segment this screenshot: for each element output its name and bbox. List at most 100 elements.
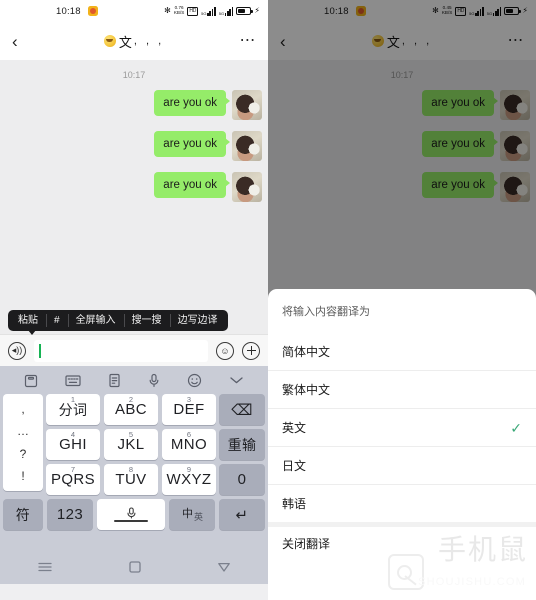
- sheet-option-close-translation[interactable]: 关闭翻译: [268, 522, 536, 560]
- key-digit: 4: [70, 430, 76, 439]
- right-panel-translate-menu-state: 10:18 ✻ 0.45 KB/S HD 5G 5G ⚡ ‹ 文 , , , ⋯…: [268, 0, 536, 600]
- lang-key-sub: 英: [193, 512, 203, 522]
- microphone-icon[interactable]: [148, 373, 160, 388]
- message-bubble[interactable]: are you ok: [154, 90, 230, 117]
- ime-suggestion-toolbar: 粘贴 # 全屏输入 搜一搜 边写边译: [0, 310, 268, 335]
- option-label: 英文: [282, 421, 307, 435]
- punctuation-key[interactable]: , … ? !: [3, 394, 43, 491]
- space-key[interactable]: [97, 499, 165, 530]
- more-options-icon[interactable]: ⋯: [240, 32, 257, 49]
- status-bar: 10:18 ✻ 0.76 KB/S HD 5G 5G ⚡: [0, 0, 268, 22]
- enter-key[interactable]: ↵: [219, 499, 265, 530]
- keyboard-layout-icon[interactable]: [65, 374, 81, 387]
- message-bubble[interactable]: are you ok: [154, 131, 230, 158]
- key-label: 123: [56, 506, 84, 523]
- sheet-option-korean[interactable]: 韩语: [268, 484, 536, 522]
- key-5-jkl[interactable]: 5 JKL: [104, 429, 158, 460]
- left-panel-keyboard-state: 10:18 ✻ 0.76 KB/S HD 5G 5G ⚡ ‹ 文 , , , ⋯…: [0, 0, 268, 600]
- signal-1-label: 5G: [201, 10, 207, 16]
- key-digit: 2: [128, 395, 134, 404]
- key-digit: 8: [128, 465, 134, 474]
- status-time: 10:18: [56, 5, 81, 17]
- plus-more-icon[interactable]: [242, 341, 260, 360]
- key-8-tuv[interactable]: 8 TUV: [104, 464, 158, 495]
- network-speed-unit: KB/S: [173, 10, 185, 15]
- status-icons-group: ✻ 0.76 KB/S HD 5G 5G ⚡: [164, 6, 260, 16]
- text-cursor: [39, 343, 41, 358]
- sheet-option-english[interactable]: 英文 ✓: [268, 408, 536, 446]
- dual-screenshot-container: 10:18 ✻ 0.76 KB/S HD 5G 5G ⚡ ‹ 文 , , , ⋯…: [0, 0, 536, 600]
- sheet-option-japanese[interactable]: 日文: [268, 446, 536, 484]
- charging-bolt-icon: ⚡: [254, 6, 260, 15]
- zero-key[interactable]: 0: [219, 464, 265, 495]
- microphone-space-icon: [114, 507, 148, 522]
- voice-input-icon[interactable]: ◂)): [8, 341, 26, 360]
- language-toggle-key[interactable]: 中英: [169, 499, 215, 530]
- avatar[interactable]: [232, 172, 262, 202]
- key-label: 符: [15, 506, 31, 523]
- back-chevron-icon[interactable]: ‹: [12, 33, 32, 50]
- battery-icon: [236, 7, 253, 15]
- signal-1-group: 5G: [201, 6, 216, 16]
- sheet-option-traditional-chinese[interactable]: 繁体中文: [268, 370, 536, 408]
- key-1-fenci[interactable]: 1 分词: [46, 394, 100, 425]
- ime-chip-hash[interactable]: #: [46, 310, 68, 331]
- symbol-key[interactable]: 符: [3, 499, 43, 530]
- key-digit: 7: [70, 465, 76, 474]
- notes-icon[interactable]: [108, 373, 121, 388]
- selected-check-icon: ✓: [510, 419, 522, 436]
- keyboard-punct-column: , … ? !: [3, 394, 43, 495]
- signal-2-label: 5G: [218, 10, 225, 16]
- key-2-abc[interactable]: 2 ABC: [104, 394, 158, 425]
- key-label: 中英: [182, 509, 203, 522]
- signal-bars-2-icon: [224, 6, 234, 16]
- key-digit: 6: [186, 430, 192, 439]
- avatar[interactable]: [232, 90, 262, 120]
- chevron-down-icon[interactable]: [229, 375, 244, 385]
- signal-2-group: 5G: [218, 6, 234, 16]
- signal-bars-1-icon: [207, 6, 216, 16]
- keyboard-bottom-row: 符 123 中英 ↵: [0, 495, 268, 530]
- back-triangle-icon[interactable]: [217, 560, 231, 578]
- key-digit: 1: [70, 395, 76, 404]
- emoji-icon[interactable]: [187, 373, 202, 388]
- home-square-icon[interactable]: [128, 560, 142, 579]
- message-row: are you ok: [0, 131, 268, 161]
- keyboard-toolbar: [0, 366, 268, 394]
- clipboard-icon[interactable]: [24, 373, 38, 388]
- numeric-key[interactable]: 123: [47, 499, 93, 530]
- key-6-mno[interactable]: 6 MNO: [162, 429, 216, 460]
- network-speed-indicator: 0.76 KB/S: [174, 6, 184, 15]
- keyboard-number-keys: 1 分词 2 ABC 3 DEF 4 GHI 5 JKL 6 MNO 7 PQR…: [46, 394, 216, 495]
- hd-icon: HD: [187, 6, 199, 16]
- keyboard: , … ? ! 1 分词 2 ABC 3 DEF 4 GHI 5 JKL 6 M…: [0, 366, 268, 554]
- key-9-wxyz[interactable]: 9 WXYZ: [162, 464, 216, 495]
- chat-title: 文 , , ,: [0, 32, 268, 51]
- recents-menu-icon[interactable]: [37, 560, 53, 578]
- message-bubble[interactable]: are you ok: [154, 172, 230, 199]
- ime-chip-fullscreen-input[interactable]: 全屏输入: [67, 310, 124, 331]
- contact-name: 文: [118, 34, 132, 50]
- avatar[interactable]: [232, 131, 262, 161]
- backspace-key[interactable]: ⌫: [219, 394, 265, 425]
- ime-chip-search[interactable]: 搜一搜: [123, 310, 170, 331]
- key-digit: 3: [186, 395, 192, 404]
- option-label: 韩语: [282, 497, 307, 511]
- message-row: are you ok: [0, 172, 268, 202]
- ime-chip-paste[interactable]: 粘贴: [10, 310, 46, 331]
- bluetooth-icon: ✻: [164, 6, 171, 15]
- emoji-smile-icon[interactable]: ☺: [216, 341, 234, 360]
- punct-comma: ,: [21, 402, 25, 417]
- message-input-bar: ◂)) ☺: [0, 334, 268, 366]
- sheet-option-simplified-chinese[interactable]: 简体中文: [268, 332, 536, 370]
- redo-key[interactable]: 重输: [219, 429, 265, 460]
- key-3-def[interactable]: 3 DEF: [162, 394, 216, 425]
- grimacing-face-emoji: [103, 35, 116, 47]
- key-7-pqrs[interactable]: 7 PQRS: [46, 464, 100, 495]
- chat-message-list[interactable]: 10:17 are you ok are you ok are you ok: [0, 60, 268, 310]
- key-4-ghi[interactable]: 4 GHI: [46, 429, 100, 460]
- option-label: 简体中文: [282, 344, 331, 359]
- key-label: 重输: [227, 436, 257, 453]
- ime-chip-translate-while-typing[interactable]: 边写边译: [169, 310, 226, 331]
- message-input-field[interactable]: [34, 339, 208, 362]
